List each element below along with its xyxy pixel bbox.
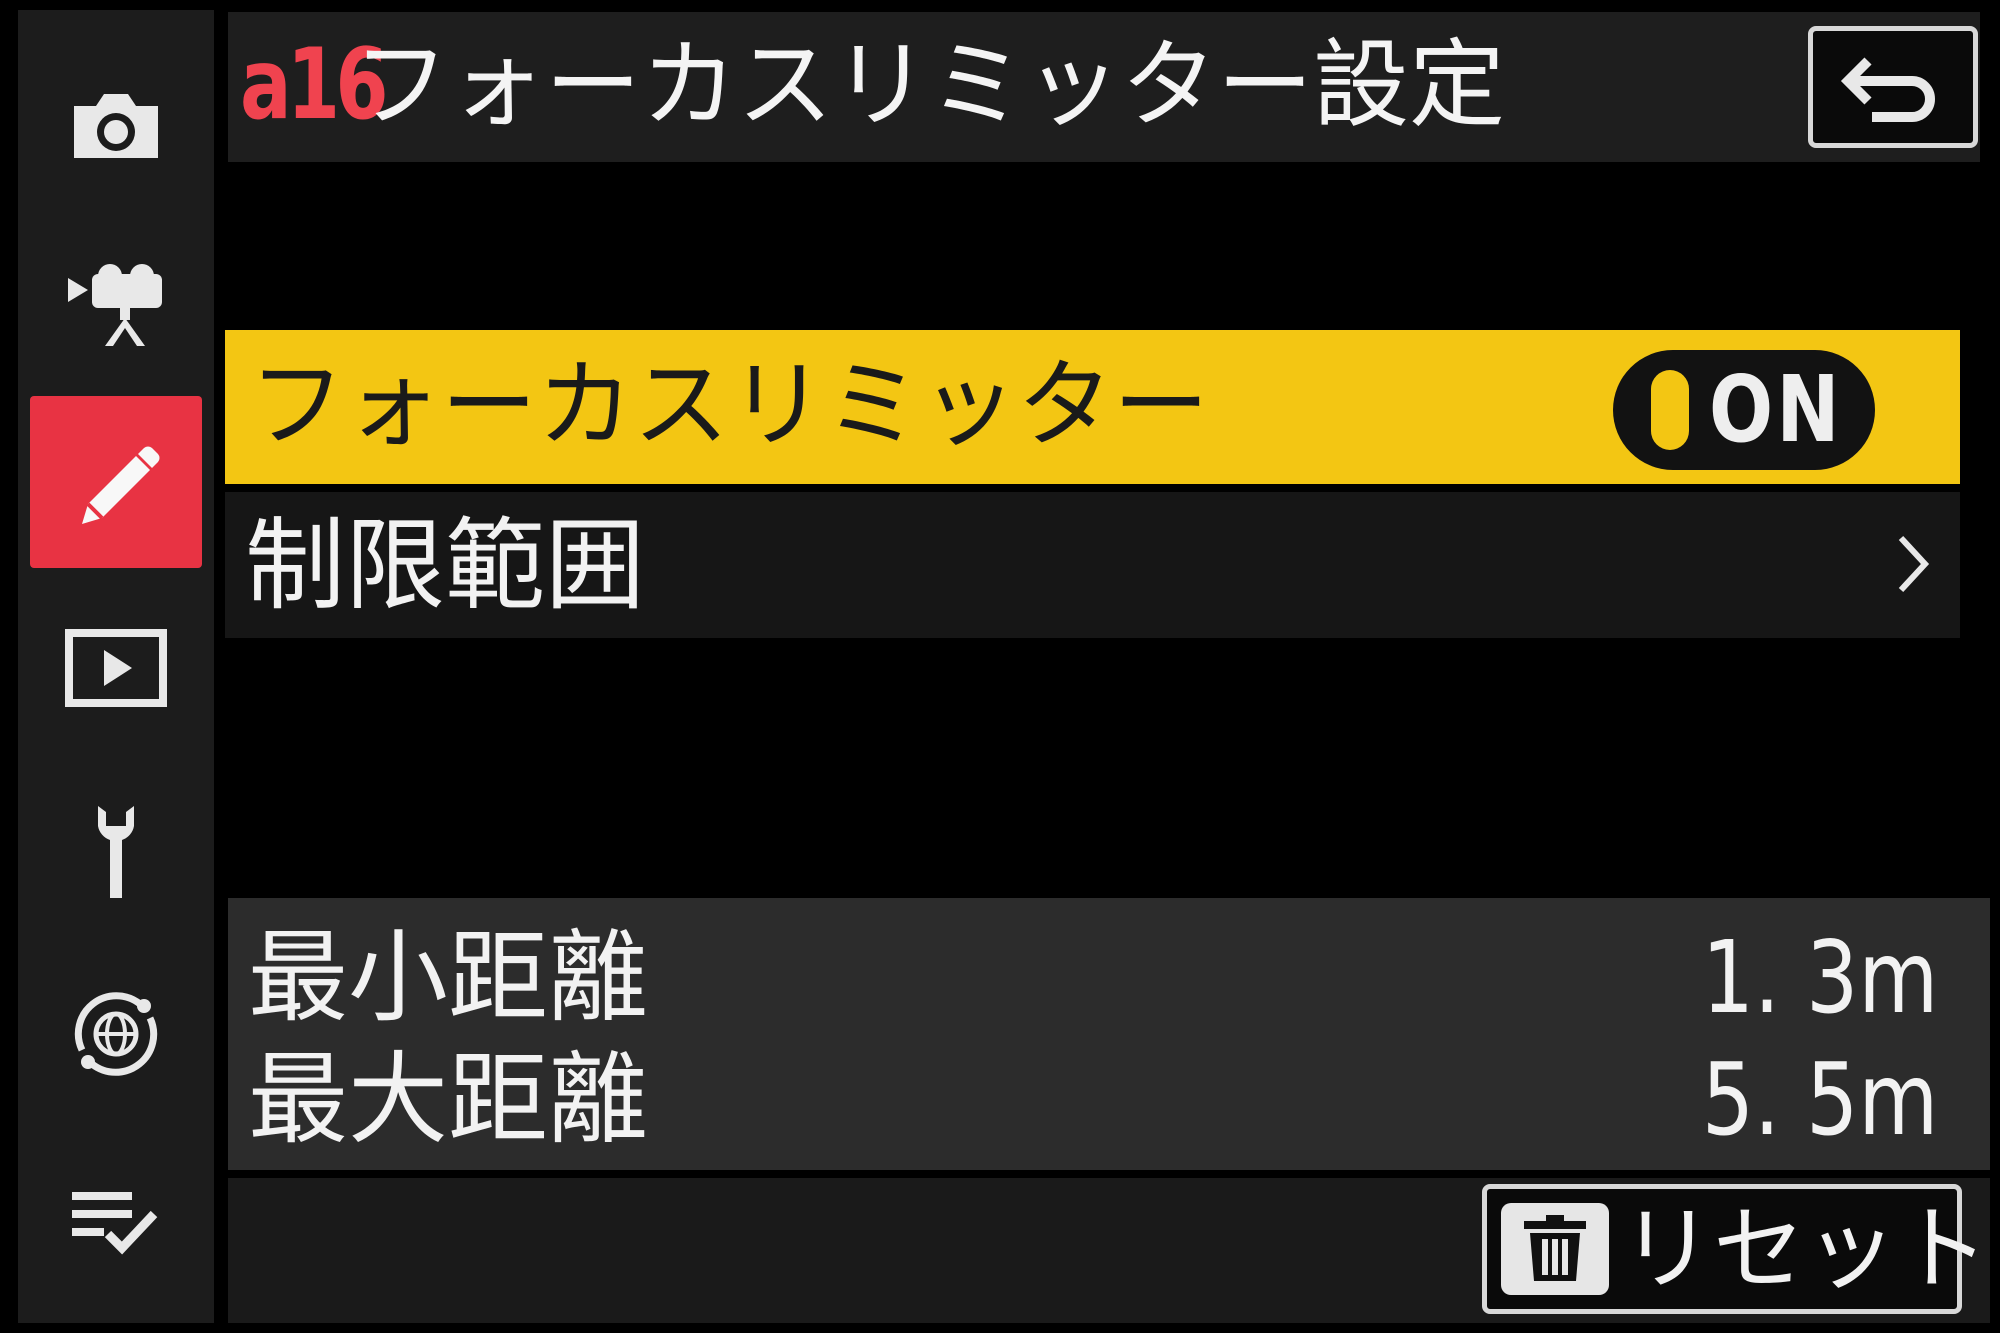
page-title: フォーカスリミッター設定 xyxy=(353,29,1505,141)
distance-info-panel: 最小距離 1. 3m 最大距離 5. 5m xyxy=(228,898,1990,1170)
movie-camera-icon xyxy=(68,264,162,346)
back-button[interactable] xyxy=(1808,26,1978,148)
my-menu-icon xyxy=(72,1192,158,1255)
chevron-right-icon xyxy=(1898,535,1930,593)
sidebar-item-photo-shooting[interactable] xyxy=(30,40,202,212)
max-distance-row: 最大距離 5. 5m xyxy=(248,1040,1968,1160)
focus-limiter-label: フォーカスリミッター xyxy=(249,349,1209,461)
min-distance-row: 最小距離 1. 3m xyxy=(248,918,1968,1038)
pencil-icon xyxy=(82,446,160,524)
sidebar-item-setup[interactable] xyxy=(30,766,202,938)
max-distance-value: 5. 5m xyxy=(1701,1041,1938,1158)
focus-limiter-toggle[interactable]: ON xyxy=(1613,350,1875,470)
trash-icon xyxy=(1524,1215,1586,1281)
trash-button-badge xyxy=(1501,1203,1609,1295)
camera-icon xyxy=(74,94,158,158)
sidebar xyxy=(18,10,214,1323)
playback-icon xyxy=(65,629,167,707)
wrench-icon xyxy=(98,806,134,898)
sidebar-item-playback[interactable] xyxy=(30,582,202,754)
min-distance-label: 最小距離 xyxy=(248,919,648,1036)
menu-item-limit-range[interactable]: 制限範囲 xyxy=(225,492,1960,638)
toggle-indicator xyxy=(1651,370,1689,450)
back-arrow-icon xyxy=(1840,57,1935,122)
toggle-state: ON xyxy=(1709,356,1843,463)
camera-menu-screen: a16 フォーカスリミッター設定 フォーカスリミッター ON 制限範囲 最小距離… xyxy=(0,0,2000,1333)
header-bar: a16 フォーカスリミッター設定 xyxy=(228,12,1980,162)
sidebar-item-movie-shooting[interactable] xyxy=(30,220,202,392)
network-globe-icon xyxy=(74,992,158,1076)
min-distance-value: 1. 3m xyxy=(1701,919,1938,1036)
sidebar-item-network[interactable] xyxy=(30,948,202,1120)
menu-item-focus-limiter[interactable]: フォーカスリミッター ON xyxy=(225,330,1960,484)
reset-button[interactable]: リセット xyxy=(1482,1184,1989,1314)
limit-range-label: 制限範囲 xyxy=(245,507,645,624)
reset-label: リセット xyxy=(1621,1196,1990,1303)
footer-bar: リセット xyxy=(228,1178,1990,1323)
max-distance-label: 最大距離 xyxy=(248,1041,648,1158)
sidebar-item-custom-settings[interactable] xyxy=(30,396,202,568)
sidebar-item-my-menu[interactable] xyxy=(30,1138,202,1310)
